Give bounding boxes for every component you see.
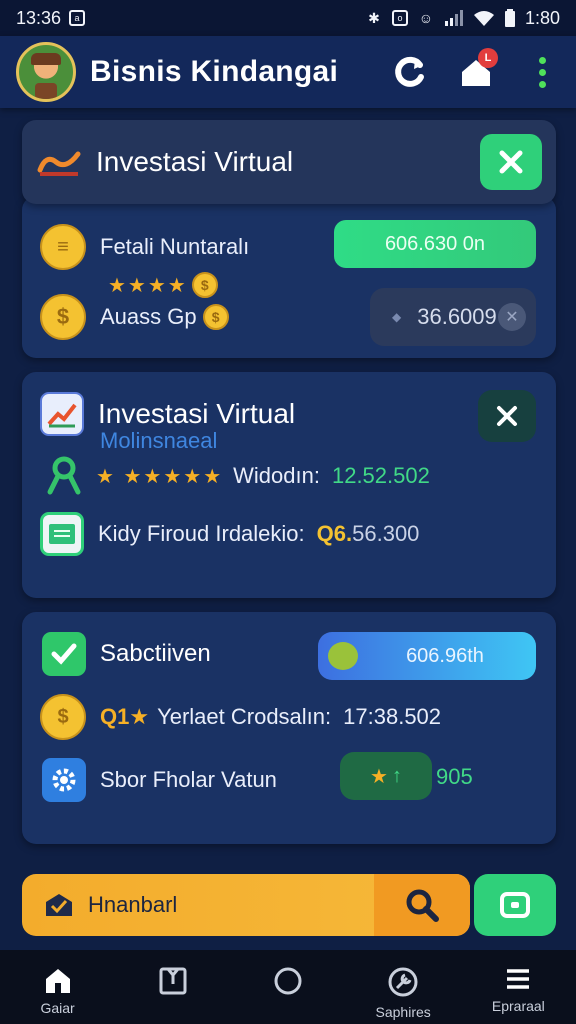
- badge-icon: [328, 642, 358, 670]
- nav-label: Gaiar: [40, 1000, 75, 1016]
- status-bar: 13:36 a ✱ o ☺ 1:80: [0, 0, 576, 36]
- nav-label: Epraraal: [491, 998, 545, 1014]
- card2-row2-label: Kidy Firoud Irdalekio:: [98, 521, 305, 546]
- card1-row2-value: 36.6009: [417, 304, 497, 329]
- avatar[interactable]: [16, 42, 76, 102]
- card2-row2-value: 56.300: [352, 521, 420, 546]
- investment-card-1: ≡ Fetali Nuntaralı 606.630 0n ★★★★ $ $ A…: [22, 196, 556, 358]
- search-label: Hnanbarl: [88, 892, 178, 917]
- close-icon: [497, 406, 517, 426]
- close-button[interactable]: [478, 390, 536, 442]
- bookmark-icon: [159, 967, 187, 995]
- close-button[interactable]: [480, 134, 542, 190]
- nav-item-circle[interactable]: [238, 966, 338, 1002]
- search-button[interactable]: [374, 874, 470, 936]
- bluetooth-icon: ✱: [368, 9, 380, 26]
- chart-up-icon: [40, 392, 84, 436]
- search-bar[interactable]: Hnanbarl: [22, 874, 470, 936]
- status-time: 13:36: [16, 7, 62, 28]
- envelope-check-icon: [46, 894, 72, 916]
- menu-icon: [507, 969, 530, 989]
- rating-stars: ★ ★★★★★: [96, 465, 224, 488]
- diamond-icon: ◆: [392, 310, 402, 324]
- card3-value-pill[interactable]: 606.96th: [318, 632, 536, 680]
- card1-row1-label: Fetali Nuntaralı: [100, 234, 250, 259]
- gold-coins-icon: $: [40, 294, 86, 340]
- app-icon: o: [391, 10, 408, 26]
- kebab-dot-icon: [538, 68, 546, 76]
- card2-row1-value: 12.52.502: [331, 463, 430, 488]
- status-clock: 1:80: [524, 7, 560, 28]
- nav-label: Saphires: [375, 1004, 431, 1020]
- card3-title: Sabctiiven: [100, 640, 211, 667]
- wifi-icon: [473, 11, 494, 26]
- signal-icon: [444, 10, 463, 26]
- card1-title: Investasi Virtual: [96, 146, 294, 177]
- refresh-icon: [395, 56, 424, 87]
- card3-row2-value: 905: [436, 764, 473, 789]
- wallet-icon: [500, 892, 530, 918]
- clear-icon[interactable]: ✕: [498, 303, 526, 331]
- ledger-coin-icon: ≡: [40, 224, 86, 270]
- home-icon: [45, 969, 70, 993]
- app-title: Bisnis Kindangai: [90, 55, 339, 88]
- circle-icon: [274, 967, 302, 995]
- card3-pill-value: 606.96th: [406, 644, 484, 667]
- emoji-icon: ☺: [418, 10, 434, 26]
- investment-card-3: Sabctiiven 606.96th $ Q1★ Yerlaet Crodsa…: [22, 612, 556, 844]
- checkbox-checked-icon[interactable]: [42, 632, 86, 676]
- battery-icon: [504, 9, 515, 27]
- chart-trend-icon: [37, 151, 81, 176]
- card2-row1-label: Widodın:: [233, 463, 320, 488]
- nav-item-menu[interactable]: Epraraal: [468, 966, 568, 1014]
- card3-row1-value: 17:38.502: [343, 704, 442, 729]
- coin-stack-icon: $: [40, 694, 86, 740]
- close-icon: [499, 150, 523, 174]
- nav-item-bookmark[interactable]: [123, 966, 223, 1002]
- notifications-button[interactable]: L: [458, 48, 498, 90]
- app-header: Bisnis Kindangai L: [0, 36, 576, 108]
- card2-subtitle: Molinsnaeal: [100, 428, 218, 453]
- card3-score-pill[interactable]: ★ ↑: [340, 752, 432, 800]
- card3-row2-label: Sbor Fholar Vatun: [100, 767, 277, 792]
- nav-item-tools[interactable]: Saphires: [353, 966, 453, 1020]
- card1-row1-value: 606.630 0n: [384, 232, 486, 255]
- card3-row1-label: Yerlaet Crodsalın:: [157, 704, 332, 729]
- card1-amount-pill[interactable]: ◆ 36.6009 ✕: [370, 288, 536, 346]
- card2-row2-prefix: Q6.: [316, 521, 353, 546]
- ribbon-icon: [47, 456, 81, 495]
- card2-title: Investasi Virtual: [98, 398, 296, 429]
- wrench-icon: [388, 967, 418, 997]
- more-options-button[interactable]: [524, 54, 560, 90]
- investment-card-1-header: Investasi Virtual: [22, 120, 556, 204]
- arrow-up-icon: ↑: [391, 764, 402, 787]
- card1-row2-label: Auass Gp: [100, 304, 197, 329]
- notification-badge: L: [478, 48, 498, 68]
- search-icon: [406, 889, 439, 922]
- kebab-dot-icon: [538, 56, 546, 64]
- wallet-button[interactable]: [474, 874, 556, 936]
- investment-card-2: Investasi Virtual Molinsnaeal ★ ★★★★★ Wi…: [22, 372, 556, 598]
- card3-row1-prefix: Q1★: [100, 704, 150, 729]
- nav-item-home[interactable]: Gaiar: [8, 966, 108, 1016]
- refresh-button[interactable]: [392, 54, 428, 90]
- gear-icon: [42, 758, 86, 802]
- kebab-dot-icon: [538, 80, 546, 88]
- notification-icon: a: [69, 10, 86, 26]
- tablet-icon: [40, 512, 84, 556]
- card1-value-pill[interactable]: 606.630 0n: [334, 220, 536, 268]
- star-icon: ★: [370, 765, 388, 788]
- coin-icon: $: [202, 304, 229, 330]
- bottom-nav: Gaiar Saphires Epraraal: [0, 950, 576, 1024]
